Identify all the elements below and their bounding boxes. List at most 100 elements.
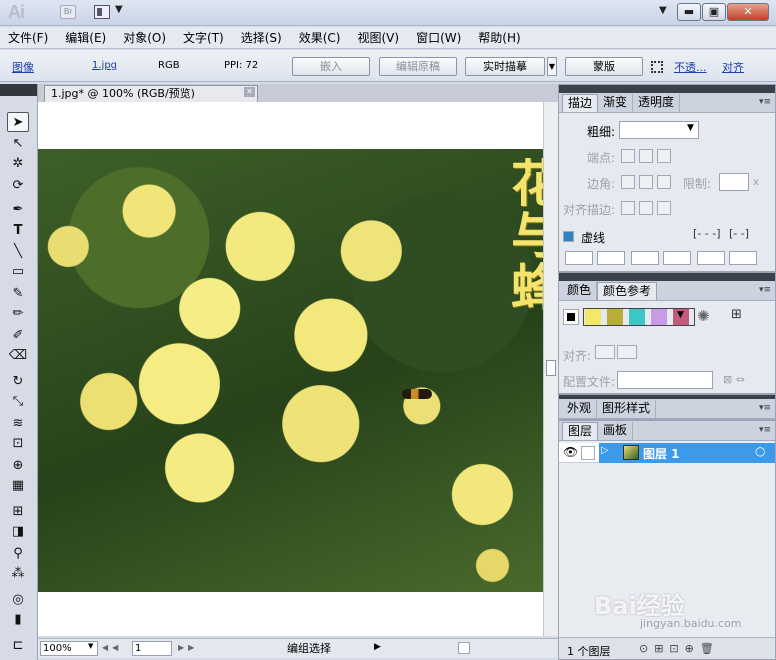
selection-tool-icon[interactable]: ➤ <box>7 112 29 132</box>
tab-transparency[interactable]: 透明度 <box>633 94 681 112</box>
lasso-tool-icon[interactable]: ⟳ <box>7 176 29 196</box>
menu-select[interactable]: 选择(S) <box>241 29 282 46</box>
panel-menu-icon[interactable]: ▾≡ <box>759 285 771 295</box>
align-to-pixel-icon[interactable] <box>617 345 637 359</box>
scale-tool-icon[interactable]: ⤡ <box>7 392 29 412</box>
column-graph-tool-icon[interactable]: ▮ <box>7 610 29 630</box>
lock-toggle[interactable] <box>581 446 595 460</box>
pencil-tool-icon[interactable]: ✏ <box>7 304 29 324</box>
eraser-tool-icon[interactable]: ⌫ <box>7 346 29 366</box>
blend-tool-icon[interactable]: ⁂ <box>7 564 29 584</box>
tab-appearance[interactable]: 外观 <box>562 400 598 418</box>
artboard-number-field[interactable]: 1 <box>132 641 172 656</box>
type-tool-icon[interactable]: T <box>7 221 29 241</box>
warp-tool-icon[interactable]: ≋ <box>7 414 29 434</box>
document-tab[interactable]: 1.jpg* @ 100% (RGB/预览) <box>44 85 258 102</box>
tab-layers[interactable]: 图层 <box>562 422 599 440</box>
gap-field-1[interactable] <box>597 251 625 265</box>
save-color-group-icon[interactable]: ⊞ <box>731 307 742 322</box>
panel-menu-icon[interactable]: ▾≡ <box>759 403 771 413</box>
layer-row[interactable]: 👁 ▷ 图层 1 ○ <box>559 443 775 463</box>
tab-gradient[interactable]: 渐变 <box>598 94 634 112</box>
round-cap-icon[interactable] <box>639 149 653 163</box>
base-color-swatch[interactable] <box>563 309 579 325</box>
bridge-button[interactable]: Br <box>60 5 76 19</box>
horizontal-scroll-thumb[interactable] <box>458 642 470 654</box>
harmony-swatch[interactable] <box>585 309 601 325</box>
pen-tool-icon[interactable]: ✒ <box>7 200 29 220</box>
tab-stroke[interactable]: 描边 <box>562 94 599 112</box>
tab-artboards[interactable]: 画板 <box>598 422 634 440</box>
vertical-scrollbar[interactable] <box>543 102 558 636</box>
align-center-icon[interactable] <box>621 201 635 215</box>
profile-options-icon[interactable]: ⊠ ⇔ <box>723 373 745 386</box>
align-to-grid-icon[interactable] <box>595 345 615 359</box>
profile-field[interactable] <box>617 371 713 389</box>
dash-preset-icon[interactable]: [‑ ‑ ‑] <box>693 227 720 240</box>
harmony-swatch[interactable] <box>629 309 645 325</box>
menu-effect[interactable]: 效果(C) <box>299 29 341 46</box>
edit-colors-icon[interactable]: ✺ <box>697 307 710 325</box>
menu-help[interactable]: 帮助(H) <box>478 29 520 46</box>
align-inside-icon[interactable] <box>639 201 653 215</box>
arrange-documents-icon[interactable] <box>94 5 110 19</box>
dash-field-3[interactable] <box>697 251 725 265</box>
menu-object[interactable]: 对象(O) <box>123 29 166 46</box>
mesh-tool-icon[interactable]: ⊞ <box>7 502 29 522</box>
miter-join-icon[interactable] <box>621 175 635 189</box>
panel-menu-icon[interactable]: ▾≡ <box>759 97 771 107</box>
tools-panel-header[interactable] <box>0 84 37 96</box>
panel-menu-icon[interactable]: ▾≡ <box>759 425 771 435</box>
transform-grid-icon[interactable] <box>651 61 663 73</box>
layer-name[interactable]: 图层 1 <box>643 445 680 462</box>
visibility-eye-icon[interactable]: 👁 <box>563 445 578 459</box>
menu-window[interactable]: 窗口(W) <box>416 29 461 46</box>
menu-file[interactable]: 文件(F) <box>8 29 48 46</box>
vertical-scroll-thumb[interactable] <box>546 360 556 376</box>
rotate-tool-icon[interactable]: ↻ <box>7 372 29 392</box>
target-circle-icon[interactable]: ○ <box>755 444 765 458</box>
paintbrush-tool-icon[interactable]: ✎ <box>7 284 29 304</box>
free-transform-tool-icon[interactable]: ⊡ <box>7 434 29 454</box>
projecting-cap-icon[interactable] <box>657 149 671 163</box>
live-trace-button[interactable]: 实时描摹 <box>465 57 545 76</box>
tab-color[interactable]: 颜色 <box>562 282 598 300</box>
layer-actions-icons[interactable]: ⊙⊞⊡⊕🗑 <box>639 642 720 655</box>
weight-chevron-down-icon[interactable]: ▼ <box>687 123 694 133</box>
tab-graphic-styles[interactable]: 图形样式 <box>597 400 657 418</box>
limit-field[interactable] <box>719 173 749 191</box>
close-document-icon[interactable]: ✕ <box>244 87 255 97</box>
dash-field-1[interactable] <box>565 251 593 265</box>
image-type-link[interactable]: 图像 <box>12 59 34 75</box>
edit-original-button[interactable]: 编辑原稿 <box>379 57 457 76</box>
gradient-tool-icon[interactable]: ◨ <box>7 522 29 542</box>
expand-triangle-icon[interactable]: ▷ <box>601 445 609 456</box>
dash-align-icon[interactable]: [‑ ‑] <box>729 227 749 240</box>
artboard-next-icons[interactable]: ▶▶ <box>178 643 198 652</box>
placed-image[interactable] <box>38 149 543 592</box>
bevel-join-icon[interactable] <box>657 175 671 189</box>
symbol-sprayer-tool-icon[interactable]: ◎ <box>7 590 29 610</box>
embed-button[interactable]: 嵌入 <box>292 57 370 76</box>
dashed-line-checkbox[interactable] <box>563 231 574 242</box>
opacity-link[interactable]: 不透... <box>674 59 707 75</box>
align-link[interactable]: 对齐 <box>722 59 744 75</box>
status-mode-label[interactable]: 编组选择 <box>234 641 384 656</box>
close-button[interactable]: ✕ <box>727 3 769 21</box>
live-trace-options-chevron-icon[interactable]: ▼ <box>547 57 557 76</box>
restore-button[interactable]: ▣ <box>702 3 726 21</box>
mask-button[interactable]: 蒙版 <box>565 57 643 76</box>
artboard-tool-icon[interactable]: ⊏ <box>7 636 29 656</box>
align-outside-icon[interactable] <box>657 201 671 215</box>
line-tool-icon[interactable]: ╲ <box>7 242 29 262</box>
gap-field-2[interactable] <box>663 251 691 265</box>
artboard-canvas[interactable]: 花与蜂 <box>38 102 543 636</box>
round-join-icon[interactable] <box>639 175 653 189</box>
perspective-grid-tool-icon[interactable]: ▦ <box>7 476 29 496</box>
menu-view[interactable]: 视图(V) <box>357 29 399 46</box>
direct-selection-tool-icon[interactable]: ↖ <box>7 134 29 154</box>
blob-brush-tool-icon[interactable]: ✐ <box>7 326 29 346</box>
butt-cap-icon[interactable] <box>621 149 635 163</box>
tab-color-guide[interactable]: 颜色参考 <box>597 282 658 300</box>
linked-file-link[interactable]: 1.jpg <box>92 60 117 71</box>
